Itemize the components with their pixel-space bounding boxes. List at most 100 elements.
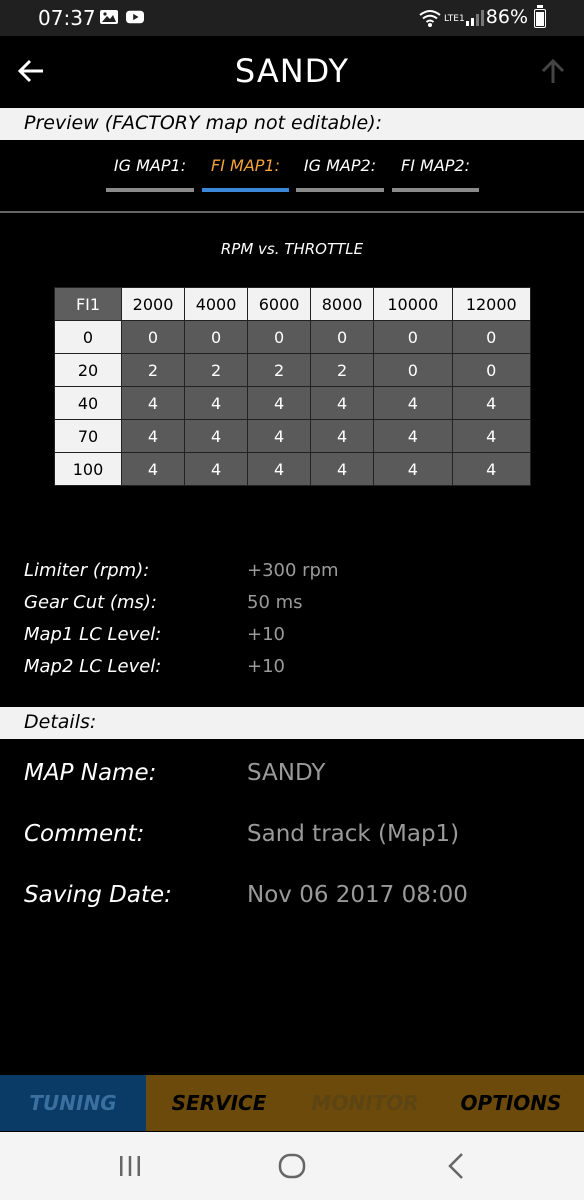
detail-label: MAP Name: bbox=[24, 760, 157, 786]
signal-icon bbox=[466, 10, 484, 26]
param-label: Map1 LC Level: bbox=[24, 624, 162, 645]
tab-label: IG MAP2: bbox=[303, 156, 377, 175]
param-value: +10 bbox=[247, 624, 285, 645]
table-cell: 0 bbox=[373, 353, 453, 387]
param-label: Gear Cut (ms): bbox=[24, 592, 157, 613]
table-cell: 4 bbox=[120, 452, 186, 486]
param-limiter: Limiter (rpm): +300 rpm bbox=[24, 560, 564, 592]
detail-saving-date: Saving Date: Nov 06 2017 08:00 bbox=[24, 882, 564, 943]
table-cell: 4 bbox=[451, 386, 532, 420]
detail-map-name: MAP Name: SANDY bbox=[24, 760, 564, 821]
table-cell: 4 bbox=[373, 419, 453, 453]
param-map1-lc-level: Map1 LC Level: +10 bbox=[24, 624, 564, 656]
table-row: 20 2 2 2 2 0 0 bbox=[54, 353, 532, 387]
app-header: SANDY bbox=[0, 36, 584, 108]
home-icon[interactable] bbox=[272, 1148, 312, 1184]
map-tabs: IG MAP1: FI MAP1: IG MAP2: FI MAP2: bbox=[0, 150, 584, 198]
details-label: Details: bbox=[24, 711, 97, 733]
row-header: 40 bbox=[54, 386, 122, 420]
table-cell: 4 bbox=[310, 419, 375, 453]
status-time: 07:37 bbox=[38, 6, 96, 30]
table-header-row: FI1 2000 4000 6000 8000 10000 12000 bbox=[54, 287, 532, 321]
table-cell: 4 bbox=[120, 419, 186, 453]
table-row: 0 0 0 0 0 0 0 bbox=[54, 320, 532, 354]
detail-label: Comment: bbox=[24, 821, 145, 847]
table-cell: 4 bbox=[247, 386, 312, 420]
fuel-map-table: FI1 2000 4000 6000 8000 10000 12000 0 0 … bbox=[54, 287, 532, 486]
detail-comment: Comment: Sand track (Map1) bbox=[24, 821, 564, 882]
table-cell: 0 bbox=[451, 320, 532, 354]
table-cell: 2 bbox=[310, 353, 375, 387]
table-cell: 0 bbox=[247, 320, 312, 354]
column-header: 8000 bbox=[310, 287, 375, 321]
tab-tuning[interactable]: TUNING bbox=[0, 1075, 146, 1131]
table-cell: 4 bbox=[451, 419, 532, 453]
system-back-icon[interactable] bbox=[436, 1148, 476, 1184]
param-value: 50 ms bbox=[247, 592, 303, 613]
network-label: LTE1 bbox=[444, 14, 465, 24]
section-divider bbox=[0, 211, 584, 213]
tab-label: FI MAP2: bbox=[401, 156, 470, 175]
table-row: 100 4 4 4 4 4 4 bbox=[54, 452, 532, 486]
youtube-icon bbox=[126, 10, 144, 24]
column-header: 10000 bbox=[373, 287, 453, 321]
table-cell: 2 bbox=[184, 353, 249, 387]
row-header: 70 bbox=[54, 419, 122, 453]
column-header: 2000 bbox=[120, 287, 186, 321]
map-details: MAP Name: SANDY Comment: Sand track (Map… bbox=[24, 760, 564, 943]
system-navigation-bar bbox=[0, 1132, 584, 1200]
recent-apps-icon[interactable] bbox=[110, 1148, 150, 1184]
gallery-icon bbox=[100, 10, 118, 24]
table-cell: 4 bbox=[373, 386, 453, 420]
param-map2-lc-level: Map2 LC Level: +10 bbox=[24, 656, 564, 688]
param-gear-cut: Gear Cut (ms): 50 ms bbox=[24, 592, 564, 624]
table-cell: 4 bbox=[184, 452, 249, 486]
table-cell: 2 bbox=[120, 353, 186, 387]
details-section-header: Details: bbox=[0, 707, 584, 739]
row-header: 20 bbox=[54, 353, 122, 387]
table-cell: 4 bbox=[310, 452, 375, 486]
table-cell: 0 bbox=[120, 320, 186, 354]
param-value: +10 bbox=[247, 656, 285, 677]
battery-percent: 86% bbox=[485, 6, 528, 28]
param-value: +300 rpm bbox=[247, 560, 339, 581]
tab-ig-map2[interactable]: IG MAP2: bbox=[296, 150, 384, 192]
table-cell: 4 bbox=[247, 419, 312, 453]
table-cell: 4 bbox=[184, 386, 249, 420]
preview-label: Preview (FACTORY map not editable): bbox=[24, 112, 383, 134]
table-cell: 0 bbox=[373, 320, 453, 354]
table-cell: 4 bbox=[120, 386, 186, 420]
column-header: 12000 bbox=[451, 287, 532, 321]
row-header: 0 bbox=[54, 320, 122, 354]
tab-label: IG MAP1: bbox=[113, 156, 187, 175]
tab-ig-map1[interactable]: IG MAP1: bbox=[106, 150, 194, 192]
detail-value: Nov 06 2017 08:00 bbox=[247, 882, 468, 908]
battery-icon bbox=[534, 5, 546, 28]
table-cell: 4 bbox=[247, 452, 312, 486]
column-header: 6000 bbox=[247, 287, 312, 321]
detail-value: SANDY bbox=[247, 760, 326, 786]
table-cell: 0 bbox=[184, 320, 249, 354]
tab-monitor[interactable]: MONITOR bbox=[292, 1075, 438, 1131]
upload-arrow-icon[interactable] bbox=[536, 54, 570, 88]
table-title: RPM vs. THROTTLE bbox=[220, 240, 364, 258]
table-cell: 0 bbox=[310, 320, 375, 354]
param-label: Limiter (rpm): bbox=[24, 560, 150, 581]
table-cell: 0 bbox=[451, 353, 532, 387]
tab-fi-map2[interactable]: FI MAP2: bbox=[392, 150, 479, 192]
tab-fi-map1[interactable]: FI MAP1: bbox=[202, 150, 289, 192]
bottom-navigation: TUNING SERVICE MONITOR OPTIONS bbox=[0, 1075, 584, 1131]
table-row: 40 4 4 4 4 4 4 bbox=[54, 386, 532, 420]
column-header: 4000 bbox=[184, 287, 249, 321]
status-bar: 07:37 LTE1 86% bbox=[0, 0, 584, 36]
row-header: 100 bbox=[54, 452, 122, 486]
preview-section-header: Preview (FACTORY map not editable): bbox=[0, 108, 584, 140]
table-row: 70 4 4 4 4 4 4 bbox=[54, 419, 532, 453]
tab-label: FI MAP1: bbox=[211, 156, 280, 175]
page-title: SANDY bbox=[234, 52, 350, 90]
param-label: Map2 LC Level: bbox=[24, 656, 162, 677]
table-cell: 4 bbox=[451, 452, 532, 486]
tab-options[interactable]: OPTIONS bbox=[438, 1075, 584, 1131]
wifi-icon bbox=[419, 10, 441, 27]
tab-service[interactable]: SERVICE bbox=[146, 1075, 292, 1131]
